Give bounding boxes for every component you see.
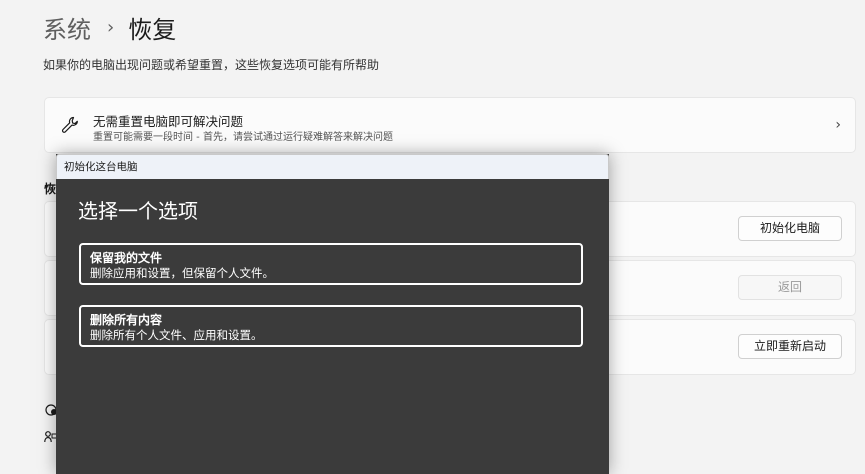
option-title: 删除所有内容: [90, 313, 163, 327]
dialog-title: 初始化这台电脑: [56, 154, 609, 179]
wrench-icon: [61, 116, 78, 133]
page-subtitle: 如果你的电脑出现问题或希望重置，这些恢复选项可能有所帮助: [43, 58, 380, 72]
breadcrumb: 系统 › 恢复: [43, 10, 176, 45]
dialog-heading: 选择一个选项: [78, 199, 198, 223]
reset-pc-dialog: 初始化这台电脑 选择一个选项 保留我的文件 删除应用和设置，但保留个人文件。 删…: [56, 154, 609, 474]
keep-my-files-option[interactable]: 保留我的文件 删除应用和设置，但保留个人文件。: [79, 243, 583, 285]
remove-everything-option[interactable]: 删除所有内容 删除所有个人文件、应用和设置。: [79, 305, 583, 347]
fix-card-description: 重置可能需要一段时间 - 首先，请尝试通过运行疑难解答来解决问题: [93, 132, 393, 143]
breadcrumb-parent[interactable]: 系统: [43, 10, 91, 45]
option-description: 删除所有个人文件、应用和设置。: [90, 328, 263, 342]
page-title: 恢复: [128, 16, 177, 44]
option-description: 删除应用和设置，但保留个人文件。: [90, 266, 274, 280]
reset-pc-button[interactable]: 初始化电脑: [738, 216, 842, 241]
chevron-right-icon: ›: [835, 117, 841, 133]
restart-now-button[interactable]: 立即重新启动: [738, 334, 842, 359]
breadcrumb-separator: ›: [107, 17, 115, 38]
recovery-options-label: 恢: [44, 182, 57, 196]
go-back-button: 返回: [738, 275, 842, 300]
fix-without-reset-card[interactable]: 无需重置电脑即可解决问题 重置可能需要一段时间 - 首先，请尝试通过运行疑难解答…: [44, 97, 856, 153]
option-title: 保留我的文件: [90, 251, 163, 265]
